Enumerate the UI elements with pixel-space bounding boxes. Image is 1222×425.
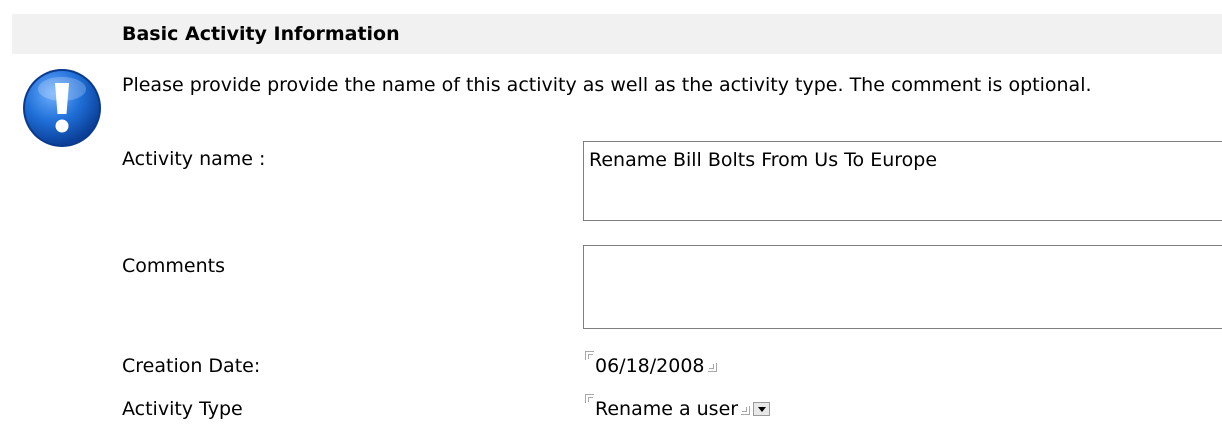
- creation-date-label: Creation Date:: [122, 355, 261, 377]
- creation-date-value: 06/18/2008: [585, 351, 717, 378]
- section-title: Basic Activity Information: [122, 23, 400, 45]
- activity-form-page: Basic Activity Information Please provid…: [0, 0, 1222, 425]
- chevron-down-icon[interactable]: [753, 401, 771, 416]
- activity-type-value: Rename a user: [595, 398, 739, 420]
- creation-date-text: 06/18/2008: [595, 355, 705, 377]
- activity-name-field[interactable]: Rename Bill Bolts From Us To Europe: [583, 141, 1222, 221]
- field-end-marker: [741, 406, 751, 415]
- field-start-marker: [585, 351, 594, 360]
- activity-name-label: Activity name :: [122, 148, 266, 170]
- comments-field[interactable]: [583, 245, 1222, 329]
- instructions-text: Please provide provide the name of this …: [122, 74, 1092, 96]
- activity-type-label: Activity Type: [122, 398, 243, 420]
- field-start-marker: [585, 394, 594, 403]
- activity-type-select[interactable]: Rename a user: [585, 394, 771, 421]
- comments-label: Comments: [122, 255, 225, 277]
- exclamation-info-icon: [23, 69, 101, 147]
- field-end-marker: [707, 363, 717, 372]
